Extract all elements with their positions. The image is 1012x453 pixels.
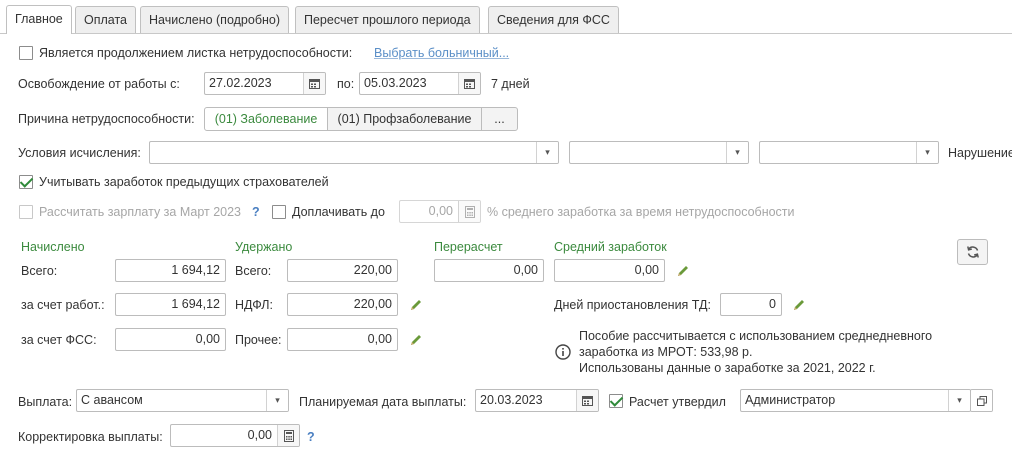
approved-checkbox[interactable] xyxy=(609,394,623,408)
conditions-select-2[interactable]: ▾ xyxy=(569,141,749,164)
refresh-button[interactable] xyxy=(957,239,988,265)
calendar-icon[interactable] xyxy=(576,390,598,411)
refresh-icon xyxy=(966,246,979,258)
accrued-title: Начислено xyxy=(21,240,85,254)
suspension-label: Дней приостановления ТД: xyxy=(554,298,711,312)
withheld-ndfl-label: НДФЛ: xyxy=(235,298,273,312)
accrued-fss-field[interactable]: 0,00 xyxy=(115,328,226,351)
avg-field[interactable]: 0,00 xyxy=(554,259,665,282)
reason-more-button[interactable]: ... xyxy=(481,107,518,131)
reason-label: Причина нетрудоспособности: xyxy=(18,112,195,126)
calendar-icon[interactable] xyxy=(303,73,325,94)
tab-previous-period-recalc[interactable]: Пересчет прошлого периода xyxy=(295,6,480,33)
help-icon[interactable]: ? xyxy=(307,429,315,445)
prev-insurers-label: Учитывать заработок предыдущих страховат… xyxy=(39,175,329,189)
release-from-field[interactable]: 27.02.2023 xyxy=(204,72,326,95)
continuation-label: Является продолжением листка нетрудоспос… xyxy=(39,46,353,60)
extra-pay-label: Доплачивать до xyxy=(292,205,385,219)
avg-title: Средний заработок xyxy=(554,240,667,254)
planned-date-field[interactable]: 20.03.2023 xyxy=(475,389,599,412)
withheld-title: Удержано xyxy=(235,240,293,254)
approved-label: Расчет утвердил xyxy=(629,395,726,409)
accrued-total-field[interactable]: 1 694,12 xyxy=(115,259,226,282)
calculator-icon[interactable] xyxy=(458,201,480,222)
reason-option-disease[interactable]: (01) Заболевание xyxy=(204,107,328,131)
tab-fss-info[interactable]: Сведения для ФСС xyxy=(488,6,619,33)
accrued-fss-label: за счет ФСС: xyxy=(21,333,97,347)
approver-select[interactable]: Администратор ▾ xyxy=(740,389,971,412)
recalc-title: Перерасчет xyxy=(434,240,503,254)
conditions-label: Условия исчисления: xyxy=(18,146,141,160)
correction-field[interactable]: 0,00 xyxy=(170,424,300,447)
pencil-icon[interactable] xyxy=(676,264,690,278)
pencil-icon[interactable] xyxy=(409,333,423,347)
extra-pay-field[interactable]: 0,00 xyxy=(399,200,481,223)
calculator-icon[interactable] xyxy=(277,425,299,446)
info-line-1: Пособие рассчитывается с использованием … xyxy=(579,329,933,343)
planned-date-label: Планируемая дата выплаты: xyxy=(299,395,467,409)
prev-insurers-checkbox[interactable] xyxy=(19,175,33,189)
accrued-employer-field[interactable]: 1 694,12 xyxy=(115,293,226,316)
release-days: 7 дней xyxy=(491,77,530,91)
withheld-total-label: Всего: xyxy=(235,264,272,278)
chevron-down-icon[interactable]: ▾ xyxy=(536,142,558,163)
chevron-down-icon[interactable]: ▾ xyxy=(266,390,288,411)
calendar-icon[interactable] xyxy=(458,73,480,94)
tab-payment[interactable]: Оплата xyxy=(75,6,136,33)
select-sick-leave-link[interactable]: Выбрать больничный... xyxy=(374,45,509,61)
withheld-other-label: Прочее: xyxy=(235,333,282,347)
tab-accrued-details[interactable]: Начислено (подробно) xyxy=(140,6,290,33)
withheld-total-field[interactable]: 220,00 xyxy=(287,259,398,282)
reason-option-occupational[interactable]: (01) Профзаболевание xyxy=(327,107,482,131)
extra-pay-checkbox[interactable] xyxy=(272,205,286,219)
withheld-ndfl-field[interactable]: 220,00 xyxy=(287,293,398,316)
accrued-employer-label: за счет работ.: xyxy=(21,298,105,312)
tab-main[interactable]: Главное xyxy=(6,5,72,34)
info-line-2: заработка из МРОТ: 533,98 р. xyxy=(579,345,753,359)
recalc-field[interactable]: 0,00 xyxy=(434,259,544,282)
open-window-icon xyxy=(971,390,992,411)
approver-open-button[interactable] xyxy=(970,389,993,412)
extra-pay-suffix: % среднего заработка за время нетрудоспо… xyxy=(487,205,795,219)
info-icon xyxy=(555,344,571,360)
info-line-3: Использованы данные о заработке за 2021,… xyxy=(579,361,876,375)
tab-bar-divider xyxy=(0,33,1012,34)
violation-label: Нарушение xyxy=(948,146,1012,160)
continuation-checkbox[interactable] xyxy=(19,46,33,60)
conditions-select-1[interactable]: ▾ xyxy=(149,141,559,164)
accrued-total-label: Всего: xyxy=(21,264,58,278)
correction-label: Корректировка выплаты: xyxy=(18,430,163,444)
chevron-down-icon[interactable]: ▾ xyxy=(916,142,938,163)
conditions-select-3[interactable]: ▾ xyxy=(759,141,939,164)
pencil-icon[interactable] xyxy=(792,298,806,312)
payment-label: Выплата: xyxy=(18,395,73,409)
suspension-field[interactable]: 0 xyxy=(720,293,782,316)
release-label: Освобождение от работы с: xyxy=(18,77,180,91)
withheld-other-field[interactable]: 0,00 xyxy=(287,328,398,351)
chevron-down-icon[interactable]: ▾ xyxy=(726,142,748,163)
chevron-down-icon[interactable]: ▾ xyxy=(948,390,970,411)
payment-select[interactable]: С авансом ▾ xyxy=(76,389,289,412)
pencil-icon[interactable] xyxy=(409,298,423,312)
salary-calc-checkbox[interactable] xyxy=(19,205,33,219)
tab-bar: Главное Оплата Начислено (подробно) Пере… xyxy=(0,0,1012,34)
salary-calc-label: Рассчитать зарплату за Март 2023 xyxy=(39,205,242,219)
help-icon[interactable]: ? xyxy=(252,204,260,220)
release-to-field[interactable]: 05.03.2023 xyxy=(359,72,481,95)
release-to-label: по: xyxy=(337,77,355,91)
